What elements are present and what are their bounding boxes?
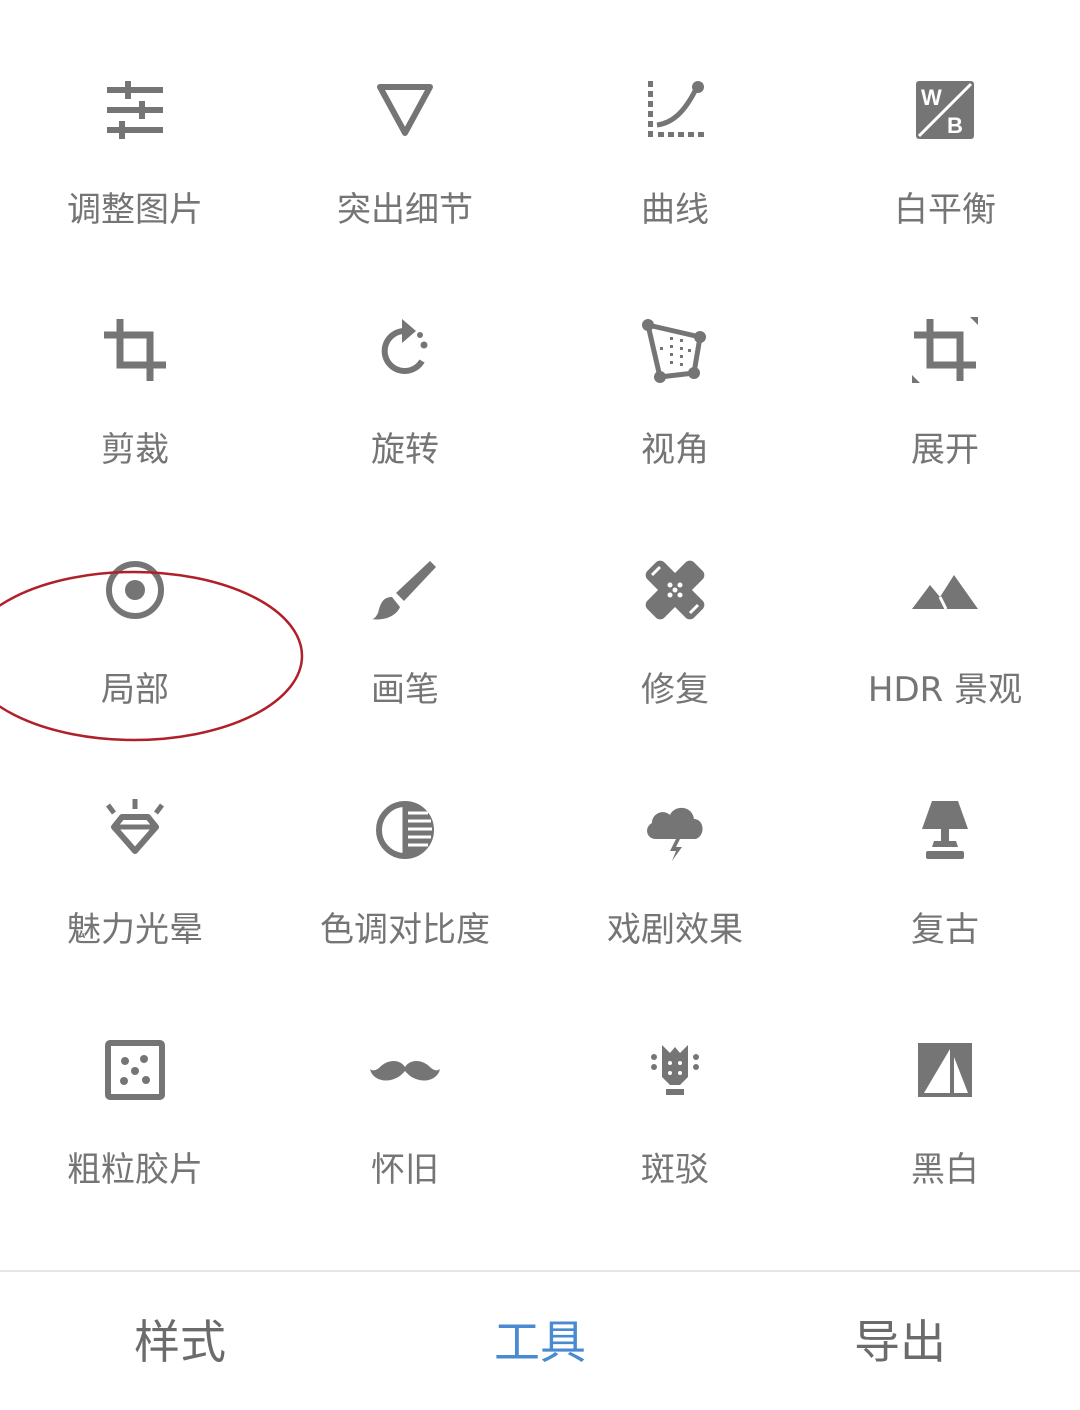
tool-hdr-scape[interactable]: HDR 景观	[810, 480, 1080, 720]
svg-text:W: W	[921, 85, 942, 110]
svg-text:B: B	[947, 113, 963, 138]
tool-white-balance[interactable]: W B 白平衡	[810, 0, 1080, 240]
tool-grid: 调整图片 突出细节 曲线 W B 白平衡 剪裁 旋转 视角 展开 局部 画笔 修…	[0, 0, 1080, 1272]
tool-label: 曲线	[641, 190, 709, 230]
tonal-contrast-icon	[370, 795, 440, 865]
tool-label: 怀旧	[371, 1150, 439, 1190]
bottom-tab-bar: 样式 工具 导出	[0, 1270, 1080, 1410]
tool-label: 魅力光晕	[67, 910, 203, 950]
tool-drama[interactable]: 戏剧效果	[540, 720, 810, 960]
brush-icon	[370, 555, 440, 625]
tool-vintage[interactable]: 复古	[810, 720, 1080, 960]
tool-label: 白平衡	[894, 190, 996, 230]
tool-perspective[interactable]: 视角	[540, 240, 810, 480]
storm-cloud-icon	[640, 795, 710, 865]
sliders-icon	[100, 75, 170, 145]
tool-label: 斑驳	[641, 1150, 709, 1190]
tool-selective[interactable]: 局部	[0, 480, 270, 720]
tool-grainy-film[interactable]: 粗粒胶片	[0, 960, 270, 1200]
tool-label: 视角	[641, 430, 709, 470]
curve-icon	[640, 75, 710, 145]
tool-label: 画笔	[371, 670, 439, 710]
tool-glamour-glow[interactable]: 魅力光晕	[0, 720, 270, 960]
tool-label: 色调对比度	[320, 910, 490, 950]
target-icon	[100, 555, 170, 625]
triangle-down-icon	[370, 75, 440, 145]
tool-crop[interactable]: 剪裁	[0, 240, 270, 480]
tool-label: 黑白	[911, 1150, 979, 1190]
mountain-icon	[910, 555, 980, 625]
tool-label: 修复	[641, 670, 709, 710]
film-grain-icon	[100, 1035, 170, 1105]
tool-label: 局部	[101, 670, 169, 710]
tool-adjust-image[interactable]: 调整图片	[0, 0, 270, 240]
tool-grunge[interactable]: 斑驳	[540, 960, 810, 1200]
tools-screen: 调整图片 突出细节 曲线 W B 白平衡 剪裁 旋转 视角 展开 局部 画笔 修…	[0, 0, 1080, 1410]
diamond-glow-icon	[100, 795, 170, 865]
tool-label: 突出细节	[337, 190, 473, 230]
tool-healing[interactable]: 修复	[540, 480, 810, 720]
bandage-icon	[640, 555, 710, 625]
tab-export[interactable]: 导出	[720, 1272, 1080, 1410]
expand-icon	[910, 315, 980, 385]
lamp-icon	[910, 795, 980, 865]
tool-label: 戏剧效果	[607, 910, 743, 950]
tool-label: 旋转	[371, 430, 439, 470]
tool-rotate[interactable]: 旋转	[270, 240, 540, 480]
tool-expand[interactable]: 展开	[810, 240, 1080, 480]
tab-styles[interactable]: 样式	[0, 1272, 360, 1410]
black-white-icon	[910, 1035, 980, 1105]
tool-label: 展开	[911, 430, 979, 470]
tool-label: 剪裁	[101, 430, 169, 470]
tool-black-white[interactable]: 黑白	[810, 960, 1080, 1200]
grunge-guitar-icon	[640, 1035, 710, 1105]
tool-tonal-contrast[interactable]: 色调对比度	[270, 720, 540, 960]
tool-label: 调整图片	[67, 190, 203, 230]
perspective-icon	[640, 315, 710, 385]
white-balance-icon: W B	[910, 75, 980, 145]
crop-icon	[100, 315, 170, 385]
tool-label: 粗粒胶片	[67, 1150, 203, 1190]
tool-retrolux[interactable]: 怀旧	[270, 960, 540, 1200]
mustache-icon	[370, 1035, 440, 1105]
tool-label: HDR 景观	[867, 670, 1023, 710]
tool-brush[interactable]: 画笔	[270, 480, 540, 720]
tool-curves[interactable]: 曲线	[540, 0, 810, 240]
rotate-icon	[370, 315, 440, 385]
tool-details[interactable]: 突出细节	[270, 0, 540, 240]
tool-label: 复古	[911, 910, 979, 950]
tab-tools[interactable]: 工具	[360, 1272, 720, 1410]
